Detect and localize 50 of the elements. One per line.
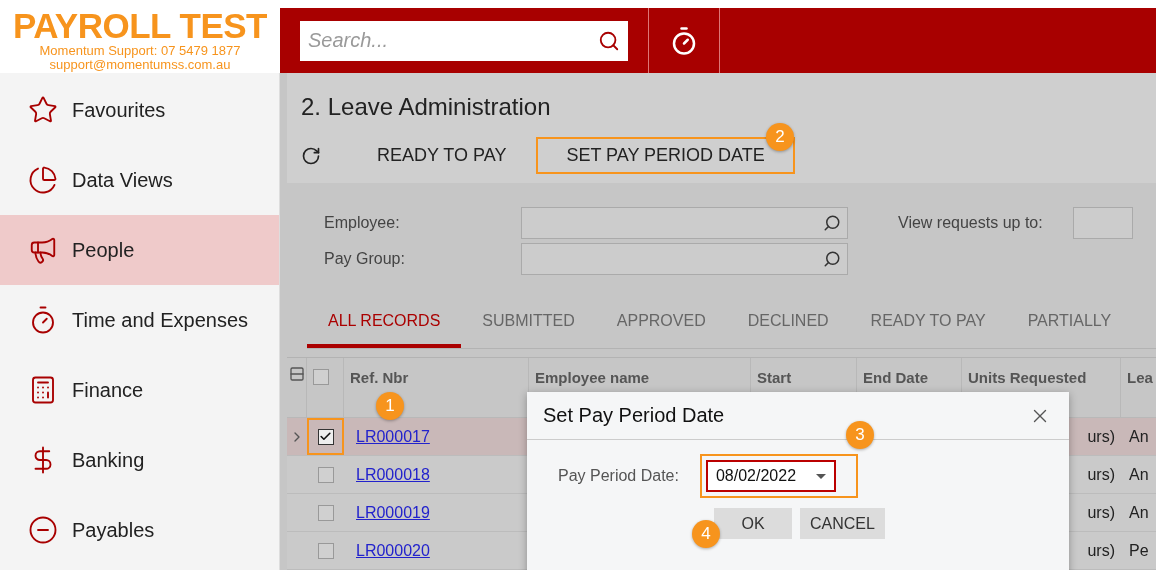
support-email: support@momentumss.com.au [49,58,231,71]
star-icon [28,95,58,125]
table-cell: urs) [1087,541,1115,560]
ref-link[interactable]: LR000019 [356,503,430,522]
sidebar-item[interactable]: Time and Expenses [0,285,279,355]
table-cell: An [1129,465,1149,484]
sidebar-item[interactable]: Data Views [0,145,279,215]
sidebar-item[interactable]: Banking [0,425,279,495]
sidebar-item[interactable]: Finance [0,355,279,425]
filter-label: Pay Group: [324,249,406,269]
filter-label: View requests up to: [898,214,1043,232]
filter-field[interactable] [521,207,848,239]
dialog-button[interactable]: OK [714,508,792,539]
row-checkbox[interactable] [317,542,334,559]
table-cell: urs) [1087,427,1115,446]
sidebar-item[interactable]: Favourites [0,75,279,145]
ref-link[interactable]: LR000020 [356,541,430,560]
filter-field[interactable] [521,243,848,275]
minus-circle-icon [28,515,58,545]
caret-icon[interactable] [815,473,826,479]
field-label: Pay Period Date: [558,467,679,485]
column-chooser-icon[interactable] [289,366,305,382]
sidebar-item[interactable]: People [0,215,279,285]
filter-label: Employee: [324,213,401,233]
search-icon [598,29,620,52]
ref-link[interactable]: LR000017 [356,427,430,446]
table-cell: urs) [1087,503,1115,522]
table-cell: urs) [1087,465,1115,484]
table-cell: An [1129,503,1149,522]
row-checkbox[interactable] [317,428,334,445]
select-all-checkbox[interactable] [313,369,329,385]
sidebar-item[interactable]: Payables [0,495,279,565]
megaphone-icon [28,235,58,265]
toolbar-button[interactable]: READY TO PAY [347,137,537,174]
ref-link[interactable]: LR000018 [356,465,430,484]
filter-field[interactable] [1072,207,1133,239]
support-phone: Momentum Support: 07 5479 1877 [39,44,241,57]
tab[interactable]: ALL RECORDS [307,302,462,348]
table-cell: An [1129,427,1149,446]
date-field[interactable]: 08/02/2022 [705,460,836,492]
table-cell: Pe [1129,541,1149,560]
pie-chart-icon [28,165,58,195]
row-checkbox[interactable] [317,466,334,483]
page-title: 2. Leave Administration [301,93,552,121]
dialog-button[interactable]: CANCEL [800,508,885,539]
search-icon [823,250,841,268]
refresh-icon[interactable] [301,145,321,166]
search-icon [823,214,841,232]
row-checkbox[interactable] [317,504,334,521]
logo-title: PAYROLL TEST [13,8,267,43]
